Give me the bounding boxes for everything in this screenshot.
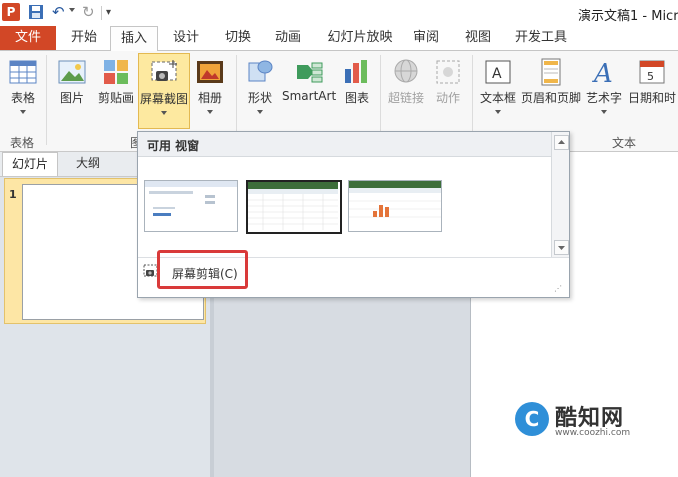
resize-grip-icon[interactable]: ⋰ bbox=[554, 284, 562, 293]
redo-icon[interactable]: ↻ bbox=[82, 4, 98, 20]
watermark: C 酷知网 www.coozhi.com bbox=[515, 400, 665, 444]
quick-access-divider bbox=[101, 6, 102, 20]
tab-review[interactable]: 审阅 bbox=[404, 26, 448, 50]
chevron-down-icon bbox=[601, 110, 607, 114]
photo-album-icon bbox=[195, 57, 225, 87]
picture-button[interactable]: 图片 bbox=[54, 53, 90, 106]
tab-developer[interactable]: 开发工具 bbox=[508, 26, 574, 50]
header-footer-icon bbox=[536, 57, 566, 87]
tab-slideshow[interactable]: 幻灯片放映 bbox=[318, 26, 402, 50]
ribbon-tabs: 文件 开始 插入 设计 切换 动画 幻灯片放映 审阅 视图 开发工具 bbox=[0, 26, 678, 52]
group-divider bbox=[46, 55, 47, 145]
svg-text:A: A bbox=[592, 59, 613, 87]
tab-animations[interactable]: 动画 bbox=[266, 26, 310, 50]
tab-view[interactable]: 视图 bbox=[456, 26, 500, 50]
screenshot-dropdown: 可用 视窗 屏幕剪辑(C) ⋰ bbox=[137, 131, 570, 298]
textbox-button[interactable]: A 文本框 bbox=[478, 53, 518, 114]
chevron-down-icon bbox=[161, 111, 167, 115]
slide-number: 1 bbox=[9, 188, 17, 201]
tab-insert[interactable]: 插入 bbox=[110, 26, 158, 52]
group-label-text: 文本 bbox=[612, 136, 637, 150]
screenshot-icon bbox=[149, 58, 179, 88]
tab-home[interactable]: 开始 bbox=[62, 26, 106, 50]
chevron-down-icon bbox=[495, 110, 501, 114]
action-icon bbox=[433, 57, 463, 87]
action-button[interactable]: 动作 bbox=[430, 53, 466, 106]
dropdown-scrollbar[interactable] bbox=[551, 132, 569, 257]
wordart-icon: A bbox=[589, 57, 619, 89]
scroll-down-button[interactable] bbox=[554, 240, 569, 255]
title-bar: P ↶ ↻ ▾ 演示文稿1 - Micro bbox=[0, 0, 678, 26]
group-label-tables: 表格 bbox=[10, 136, 35, 150]
tab-slides[interactable]: 幻灯片 bbox=[2, 152, 58, 176]
screenshot-button[interactable]: 屏幕截图 bbox=[138, 53, 190, 129]
smartart-button[interactable]: SmartArt bbox=[282, 53, 336, 103]
table-button[interactable]: 表格 bbox=[6, 53, 40, 114]
tab-file[interactable]: 文件 bbox=[0, 26, 56, 50]
wordart-button[interactable]: A 艺术字 bbox=[584, 53, 624, 114]
chart-icon bbox=[342, 57, 372, 87]
watermark-url: www.coozhi.com bbox=[555, 428, 631, 438]
hyperlink-globe-icon bbox=[391, 57, 421, 87]
svg-text:5: 5 bbox=[647, 70, 654, 83]
available-windows-title: 可用 视窗 bbox=[147, 139, 200, 153]
clipart-icon bbox=[101, 57, 131, 87]
hyperlink-button[interactable]: 超链接 bbox=[386, 53, 426, 106]
table-icon bbox=[8, 57, 38, 87]
dropdown-header: 可用 视窗 bbox=[138, 132, 551, 157]
chart-button[interactable]: 图表 bbox=[340, 53, 374, 106]
header-footer-button[interactable]: 页眉和页脚 bbox=[520, 53, 582, 106]
shapes-button[interactable]: 形状 bbox=[242, 53, 278, 114]
svg-text:A: A bbox=[492, 66, 502, 82]
window-thumbnail-2[interactable] bbox=[246, 180, 342, 234]
datetime-button[interactable]: 5 日期和时 bbox=[626, 53, 678, 106]
clipart-button[interactable]: 剪贴画 bbox=[94, 53, 138, 106]
window-thumbnail-3[interactable] bbox=[348, 180, 442, 232]
window-thumbnail-1[interactable] bbox=[144, 180, 238, 232]
tab-outline[interactable]: 大纲 bbox=[60, 152, 116, 175]
undo-icon[interactable]: ↶ bbox=[52, 4, 68, 20]
scroll-up-button[interactable] bbox=[554, 135, 569, 150]
chevron-down-icon bbox=[207, 110, 213, 114]
undo-dropdown-icon[interactable] bbox=[69, 8, 75, 12]
tab-design[interactable]: 设计 bbox=[164, 26, 208, 50]
watermark-logo-icon: C bbox=[515, 402, 549, 436]
calendar-icon: 5 bbox=[637, 57, 667, 87]
textbox-icon: A bbox=[483, 57, 513, 87]
chevron-down-icon bbox=[257, 110, 263, 114]
chevron-down-icon bbox=[20, 110, 26, 114]
customize-quick-access-icon[interactable]: ▾ bbox=[106, 8, 116, 18]
powerpoint-app-icon[interactable]: P bbox=[2, 3, 20, 21]
photo-album-button[interactable]: 相册 bbox=[190, 53, 230, 114]
picture-icon bbox=[57, 57, 87, 87]
shapes-icon bbox=[245, 57, 275, 87]
window-title: 演示文稿1 - Micro bbox=[578, 9, 678, 24]
tab-transitions[interactable]: 切换 bbox=[216, 26, 260, 50]
smartart-icon bbox=[294, 57, 324, 87]
annotation-highlight-box bbox=[157, 250, 248, 289]
save-icon[interactable] bbox=[28, 4, 44, 20]
